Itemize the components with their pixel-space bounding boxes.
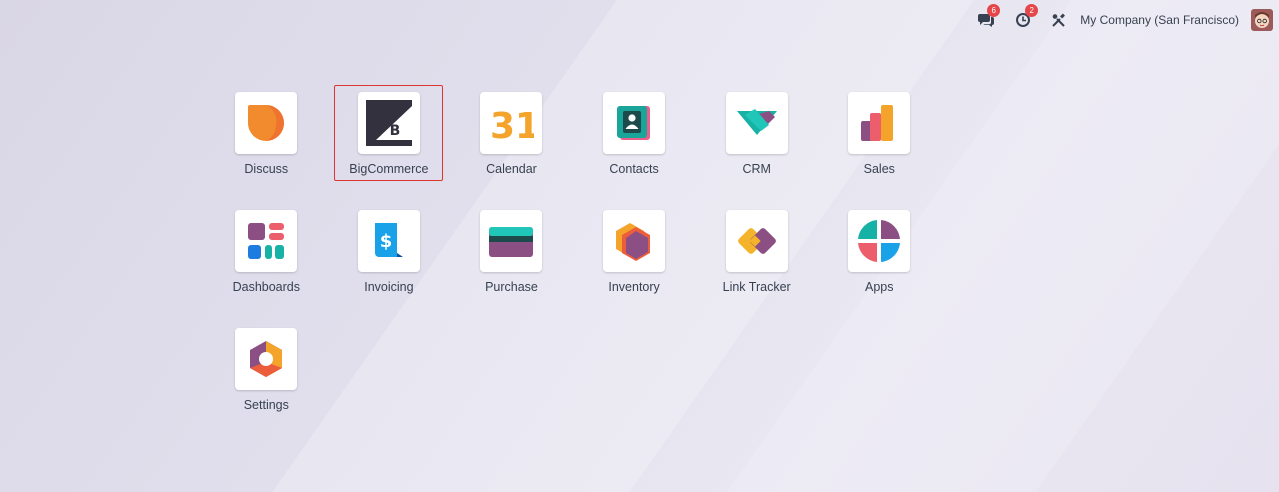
- tools-icon: [1052, 13, 1066, 27]
- debug-tools-button[interactable]: [1051, 13, 1066, 28]
- app-tile: [235, 210, 298, 272]
- app-label: Calendar: [486, 162, 537, 176]
- app-label: Apps: [865, 280, 894, 294]
- app-label: CRM: [742, 162, 771, 176]
- discuss-icon: [248, 105, 285, 141]
- calendar-number: 31: [490, 106, 534, 146]
- app-sales[interactable]: Sales: [818, 86, 941, 204]
- app-label: Sales: [863, 162, 895, 176]
- activities-button[interactable]: 2: [1015, 4, 1039, 28]
- app-tile: [235, 92, 298, 154]
- app-label: Dashboards: [232, 280, 300, 294]
- app-label: Purchase: [485, 280, 538, 294]
- app-grid: Discuss B BigCommerce 31 Calendar Contac…: [205, 85, 941, 440]
- app-tile: [725, 92, 788, 154]
- inventory-icon: [616, 223, 651, 261]
- top-bar: 6 2 My Company (San Francisco): [0, 0, 1279, 40]
- app-dashboards[interactable]: Dashboards: [205, 204, 328, 322]
- messages-button[interactable]: 6: [977, 4, 1001, 28]
- contacts-icon: [617, 106, 651, 140]
- sales-icon: [861, 105, 894, 141]
- app-tile: 31: [480, 92, 543, 154]
- app-tile: [603, 210, 666, 272]
- app-label: Settings: [243, 398, 289, 412]
- app-bigcommerce[interactable]: B BigCommerce: [328, 85, 451, 204]
- app-discuss[interactable]: Discuss: [205, 86, 328, 204]
- avatar-icon: [1251, 9, 1273, 31]
- app-link-tracker[interactable]: Link Tracker: [695, 204, 818, 322]
- activities-badge: 2: [1025, 4, 1039, 17]
- svg-text:B: B: [390, 123, 401, 139]
- app-tile: [480, 210, 543, 272]
- calendar-icon: 31: [490, 106, 534, 146]
- app-tile: [725, 210, 788, 272]
- app-crm[interactable]: CRM: [695, 86, 818, 204]
- app-contacts[interactable]: Contacts: [573, 86, 696, 204]
- bigcommerce-icon: B: [365, 100, 412, 146]
- apps-icon: [858, 220, 901, 262]
- app-label: Discuss: [244, 162, 289, 176]
- app-label: Contacts: [609, 162, 659, 176]
- app-tile: [235, 328, 298, 390]
- app-inventory[interactable]: Inventory: [573, 204, 696, 322]
- company-switcher[interactable]: My Company (San Francisco): [1080, 13, 1239, 27]
- purchase-icon: [489, 227, 534, 257]
- app-settings[interactable]: Settings: [205, 322, 328, 440]
- app-label: Inventory: [608, 280, 660, 294]
- dashboards-icon: [248, 223, 285, 259]
- app-label: BigCommerce: [349, 162, 429, 176]
- app-tile: [848, 210, 911, 272]
- user-avatar[interactable]: [1251, 9, 1273, 31]
- settings-icon: [250, 341, 283, 377]
- invoicing-icon: $: [374, 223, 403, 257]
- app-tile: [603, 92, 666, 154]
- app-invoicing[interactable]: $ Invoicing: [328, 204, 451, 322]
- app-purchase[interactable]: Purchase: [450, 204, 573, 322]
- link-tracker-icon: [737, 228, 776, 254]
- app-label: Link Tracker: [722, 280, 791, 294]
- app-label: Invoicing: [364, 280, 414, 294]
- app-calendar[interactable]: 31 Calendar: [450, 86, 573, 204]
- app-tile: B: [357, 92, 420, 154]
- app-tile: $: [357, 210, 420, 272]
- messages-badge: 6: [987, 4, 1001, 17]
- crm-icon: [736, 109, 777, 135]
- app-tile: [848, 92, 911, 154]
- dollar-sign: $: [380, 231, 393, 252]
- app-apps[interactable]: Apps: [818, 204, 941, 322]
